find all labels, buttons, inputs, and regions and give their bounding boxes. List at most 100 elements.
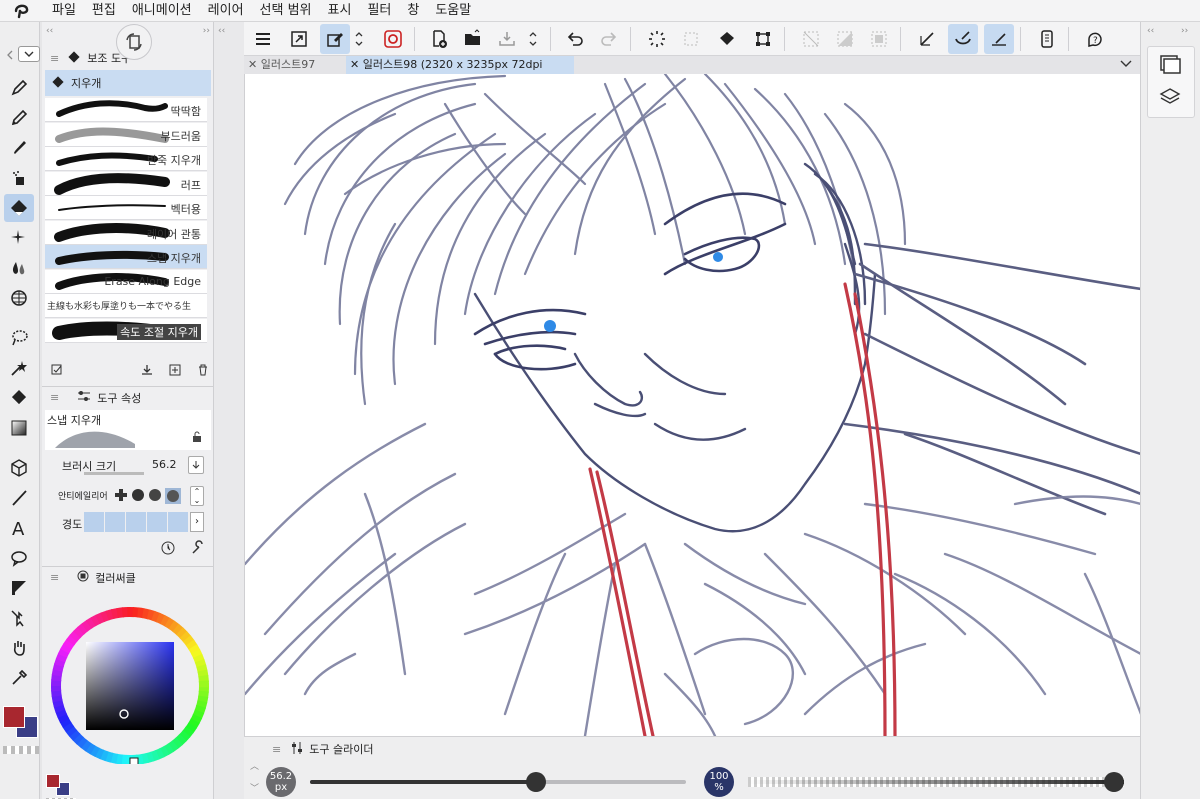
- panel-collapse-down-icon[interactable]: ﹀: [250, 781, 259, 794]
- pen-tool-icon[interactable]: [4, 74, 34, 102]
- redo-icon[interactable]: [594, 24, 624, 54]
- reset-icon[interactable]: [160, 540, 176, 560]
- figure-3d-icon[interactable]: [4, 454, 34, 482]
- collapse-left-icon[interactable]: ‹‹: [46, 26, 53, 42]
- brush-item[interactable]: 主線も水彩も厚塗りも一本でやる生: [45, 294, 207, 318]
- size-slider-track[interactable]: [310, 772, 686, 792]
- brush-item[interactable]: 딱딱함: [45, 98, 207, 122]
- undo-icon[interactable]: [560, 24, 590, 54]
- opacity-badge[interactable]: 100 %: [704, 767, 734, 797]
- pencil-tool-icon[interactable]: [4, 104, 34, 132]
- mesh-transform-icon[interactable]: [4, 284, 34, 312]
- brush-item[interactable]: Erase Along Edge: [45, 269, 207, 294]
- collapse-arrows-icon[interactable]: [4, 46, 16, 60]
- blend-tool-icon[interactable]: [4, 254, 34, 282]
- menu-selection[interactable]: 선택 범위: [252, 0, 320, 22]
- tabs-dropdown-icon[interactable]: [1120, 58, 1132, 71]
- tab-close-icon[interactable]: ✕: [350, 58, 359, 71]
- brush-size-value[interactable]: 56.2: [152, 458, 177, 471]
- fill-selection-icon[interactable]: [712, 24, 742, 54]
- line-tool-icon[interactable]: [4, 484, 34, 512]
- tool-slider-tab[interactable]: 도구 슬라이더: [309, 741, 373, 757]
- ruler-snap-icon[interactable]: [912, 24, 942, 54]
- color-circle-tab[interactable]: 컬러써클: [95, 570, 135, 586]
- fit-screen-icon[interactable]: [284, 24, 314, 54]
- lock-icon[interactable]: [191, 428, 203, 447]
- hardness-arrow-icon[interactable]: ›: [190, 512, 204, 532]
- menu-layer[interactable]: 레이어: [200, 0, 252, 22]
- import-icon[interactable]: [140, 362, 154, 381]
- collapse-right-icon[interactable]: ››: [203, 26, 210, 42]
- menu-edit[interactable]: 편집: [84, 0, 124, 22]
- balloon-tool-icon[interactable]: [4, 544, 34, 572]
- device-icon[interactable]: [1032, 24, 1062, 54]
- size-badge[interactable]: 56.2 px: [266, 767, 296, 797]
- open-folder-icon[interactable]: [458, 24, 488, 54]
- operation-tool-icon[interactable]: [4, 604, 34, 632]
- tab-illust97[interactable]: ✕ 일러스트97: [244, 56, 344, 74]
- delete-icon[interactable]: [196, 362, 210, 381]
- navigator-icon[interactable]: [1159, 54, 1181, 78]
- clear-selection-icon[interactable]: [796, 24, 826, 54]
- right-collapse-left-icon[interactable]: ‹‹: [1147, 26, 1154, 36]
- brush-size-dropdown-icon[interactable]: [188, 456, 204, 474]
- drawing-canvas[interactable]: [244, 74, 1140, 736]
- small-main-color[interactable]: [46, 774, 60, 788]
- frame-tool-icon[interactable]: [4, 574, 34, 602]
- menu-icon[interactable]: [248, 24, 278, 54]
- menu-file[interactable]: 파일: [44, 0, 84, 22]
- brush-size-track[interactable]: [84, 472, 144, 475]
- main-color-swatch[interactable]: [3, 706, 25, 728]
- brush-tool-icon[interactable]: [4, 134, 34, 162]
- save-icon[interactable]: [492, 24, 522, 54]
- subtool-settings-icon[interactable]: [50, 362, 64, 381]
- toolbar-stepper-2[interactable]: [524, 24, 542, 54]
- wrench-icon[interactable]: [190, 540, 206, 560]
- auto-select-icon[interactable]: [4, 354, 34, 382]
- color-wheel[interactable]: [48, 594, 214, 771]
- tab-illust98[interactable]: ✕ 일러스트98 (2320 x 3235px 72dpi 89.5%): [346, 56, 574, 89]
- edit-mode-icon[interactable]: [320, 24, 350, 54]
- airbrush-tool-icon[interactable]: [4, 164, 34, 192]
- help-icon[interactable]: ?: [1080, 24, 1110, 54]
- hand-tool-icon[interactable]: [4, 634, 34, 662]
- show-selection-icon[interactable]: [864, 24, 894, 54]
- decoration-tool-icon[interactable]: [4, 224, 34, 252]
- new-file-icon[interactable]: [424, 24, 454, 54]
- hardness-levels[interactable]: [84, 512, 188, 532]
- eyedropper-tool-icon[interactable]: [4, 664, 34, 692]
- brush-item[interactable]: 속도 조절 지우개: [45, 318, 207, 343]
- eraser-group[interactable]: 지우개: [45, 70, 211, 96]
- panel-collapse-up-icon[interactable]: ︿: [250, 759, 259, 772]
- snap-grid-icon[interactable]: [984, 24, 1014, 54]
- snap-special-ruler-icon[interactable]: [948, 24, 978, 54]
- brush-item[interactable]: 스냅 지우개: [45, 245, 207, 269]
- duplicate-icon[interactable]: [168, 362, 182, 381]
- menu-view[interactable]: 표시: [320, 0, 360, 22]
- tab-close-icon[interactable]: ✕: [248, 58, 257, 71]
- menu-help[interactable]: 도움말: [427, 0, 479, 22]
- app-logo-icon[interactable]: [0, 0, 44, 22]
- antialias-stepper[interactable]: ⌃ ⌄: [190, 486, 204, 506]
- cloud-icon[interactable]: [378, 24, 408, 54]
- gradient-tool-icon[interactable]: [4, 414, 34, 442]
- transparent-color-icon[interactable]: [3, 746, 39, 754]
- eraser-tool-icon[interactable]: [4, 194, 34, 222]
- tool-dropdown[interactable]: [18, 46, 40, 62]
- brush-item[interactable]: 반죽 지우개: [45, 147, 207, 171]
- divider-collapse-icon[interactable]: ‹‹: [214, 22, 244, 42]
- tool-property-tab[interactable]: 도구 속성: [97, 390, 141, 406]
- text-tool-icon[interactable]: A: [4, 514, 34, 542]
- brush-item[interactable]: 벡터용: [45, 196, 207, 220]
- select-all-icon[interactable]: [676, 24, 706, 54]
- layers-icon[interactable]: [1159, 86, 1181, 112]
- menu-animation[interactable]: 애니메이션: [124, 0, 200, 22]
- opacity-slider-knob[interactable]: [1104, 772, 1124, 792]
- right-collapse-right-icon[interactable]: ››: [1181, 26, 1188, 36]
- loading-icon[interactable]: [642, 24, 672, 54]
- fill-tool-icon[interactable]: [4, 384, 34, 412]
- toolbar-stepper-1[interactable]: [350, 24, 368, 54]
- transform-icon[interactable]: [748, 24, 778, 54]
- sync-button[interactable]: [116, 24, 152, 60]
- invert-selection-icon[interactable]: [830, 24, 860, 54]
